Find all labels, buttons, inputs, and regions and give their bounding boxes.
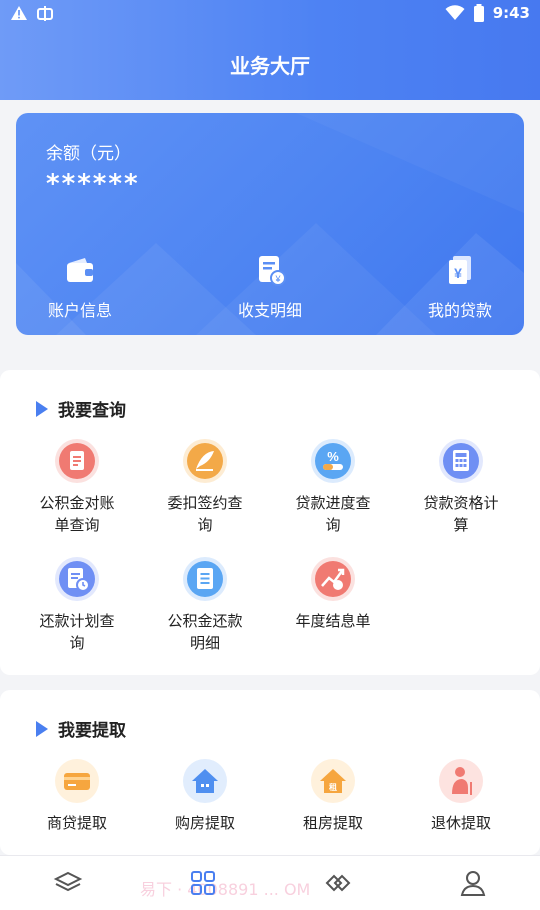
house-purchase-withdraw[interactable]: 购房提取	[141, 758, 269, 834]
bottom-nav: 易下 · 4008891 ... OM	[0, 855, 540, 910]
balance-card: 余额（元） ****** 账户信息 ¥ 收支明细 ¥ 我的贷款	[16, 113, 524, 335]
calculator-icon	[439, 439, 483, 483]
item-label-line1: 还款计划查	[39, 612, 115, 630]
query-section-title: 我要查询	[36, 396, 126, 421]
fund-repayment-detail[interactable]: 公积金还款 明细	[141, 556, 269, 654]
withdraw-item-label: 商贷提取	[46, 814, 107, 832]
my-loan-label: 我的贷款	[427, 301, 492, 320]
battery-icon	[473, 4, 484, 22]
income-expense-button[interactable]: ¥ 收支明细	[210, 253, 330, 321]
layers-icon[interactable]	[53, 868, 83, 898]
loan-progress-query[interactable]: % 贷款进度查 询	[269, 438, 397, 536]
item-label-line1: 委扣签约查	[167, 494, 243, 512]
withdraw-item-label: 租房提取	[302, 814, 363, 832]
interest-icon	[311, 557, 355, 601]
header-bar: 9:43 业务大厅	[0, 0, 540, 100]
item-label-line2: 单查询	[54, 516, 100, 534]
commercial-loan-withdraw[interactable]: 商贷提取	[13, 758, 141, 834]
item-label-line2: 算	[453, 516, 469, 534]
handshake-icon[interactable]	[323, 868, 353, 898]
withdraw-section-title-text: 我要提取	[58, 721, 126, 741]
loan-icon: ¥	[449, 256, 471, 284]
withdraw-section: 我要提取 商贷提取 购房提取 租 租房提取 退休提取	[0, 690, 540, 855]
watermark: 易下 · 4008891 ... OM	[140, 880, 311, 899]
withdraw-item-label: 购房提取	[174, 814, 235, 832]
plan-icon	[55, 557, 99, 601]
item-label-line2: 询	[325, 516, 341, 534]
svg-text:%: %	[327, 449, 339, 464]
loan-eligibility-calc[interactable]: 贷款资格计 算	[397, 438, 525, 536]
item-label-line1: 年度结息单	[295, 612, 371, 630]
item-label-line1: 公积金还款	[167, 612, 243, 630]
grid-icon[interactable]	[188, 868, 218, 898]
status-bar: 9:43	[0, 0, 540, 30]
svg-text:¥: ¥	[454, 265, 462, 281]
annual-interest-statement[interactable]: 年度结息单	[269, 556, 397, 632]
item-label-line1: 贷款进度查	[295, 494, 371, 512]
statement-icon	[55, 439, 99, 483]
account-info-button[interactable]: 账户信息	[20, 253, 140, 321]
item-label-line2: 询	[69, 634, 85, 652]
query-section-title-text: 我要查询	[58, 401, 126, 421]
rent-house-icon: 租	[311, 759, 355, 803]
card-icon	[55, 759, 99, 803]
signature-icon	[183, 439, 227, 483]
svg-text:¥: ¥	[274, 274, 281, 284]
balance-value: ******	[46, 169, 140, 199]
withholding-sign-query[interactable]: 委扣签约查 询	[141, 438, 269, 536]
withdraw-section-title: 我要提取	[36, 716, 126, 741]
status-time: 9:43	[492, 4, 530, 22]
svg-text:租: 租	[329, 782, 337, 792]
retirement-withdraw[interactable]: 退休提取	[397, 758, 525, 834]
my-loan-button[interactable]: ¥ 我的贷款	[400, 253, 520, 321]
page-title: 业务大厅	[230, 54, 310, 78]
item-label-line2: 明细	[189, 634, 220, 652]
section-marker-icon	[36, 400, 48, 417]
warning-icon	[11, 6, 27, 20]
list-icon	[183, 557, 227, 601]
item-label-line2: 询	[197, 516, 213, 534]
withdraw-item-label: 退休提取	[430, 814, 491, 832]
user-icon[interactable]	[458, 868, 488, 898]
balance-label: 余额（元）	[46, 144, 131, 164]
account-statement-query[interactable]: 公积金对账 单查询	[13, 438, 141, 536]
rent-withdraw[interactable]: 租 租房提取	[269, 758, 397, 834]
percent-icon: %	[311, 439, 355, 483]
repayment-plan-query[interactable]: 还款计划查 询	[13, 556, 141, 654]
receipt-icon: ¥	[259, 256, 286, 286]
query-section: 我要查询 公积金对账 单查询 委扣签约查 询 % 贷款进度查 询 贷款资格计 算…	[0, 370, 540, 675]
wifi-icon	[445, 5, 465, 20]
item-label-line1: 公积金对账	[39, 494, 115, 512]
bug-icon	[37, 6, 53, 21]
house-icon	[183, 759, 227, 803]
account-info-label: 账户信息	[47, 301, 112, 320]
income-expense-label: 收支明细	[237, 301, 302, 320]
section-marker-icon	[36, 720, 48, 737]
retire-icon	[439, 759, 483, 803]
wallet-icon	[67, 258, 93, 282]
item-label-line1: 贷款资格计	[423, 494, 499, 512]
